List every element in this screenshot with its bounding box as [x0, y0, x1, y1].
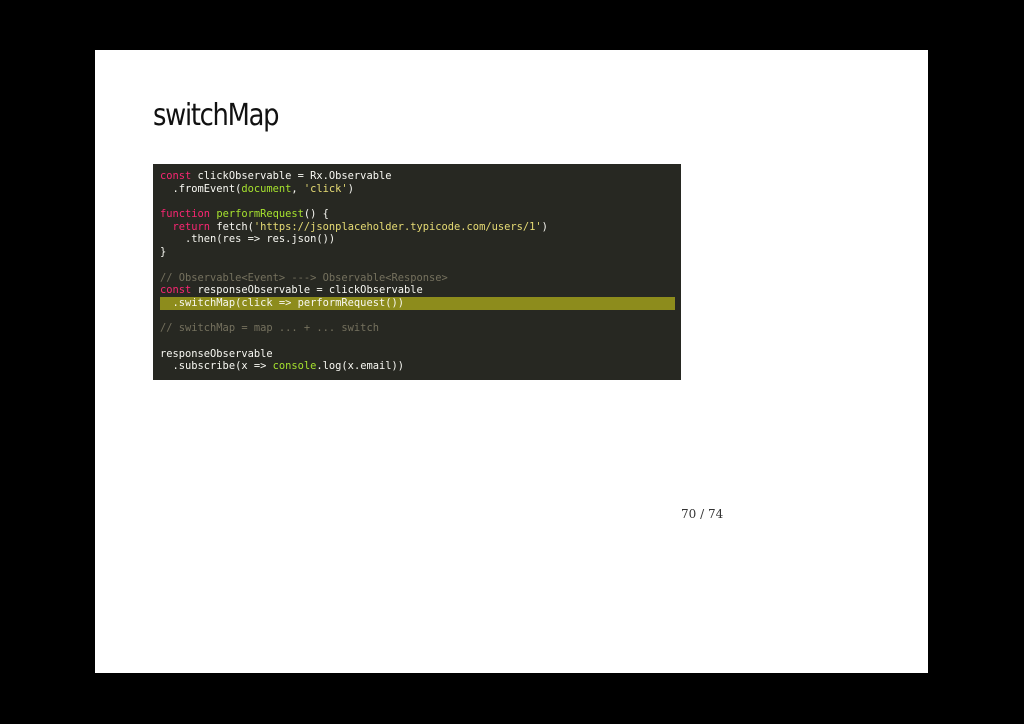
code-line: } — [160, 246, 675, 259]
code-token: ) — [541, 220, 548, 233]
code-token: .subscribe(x => — [160, 360, 273, 373]
code-token: , — [291, 182, 304, 195]
code-line: function performRequest() { — [160, 208, 675, 221]
code-token: return — [172, 220, 211, 233]
code-block: const clickObservable = Rx.Observable .f… — [153, 164, 681, 380]
code-line: .subscribe(x => console.log(x.email)) — [160, 360, 675, 373]
code-token: } — [160, 246, 167, 259]
code-token: // Observable<Event> ---> Observable<Res… — [160, 271, 448, 284]
slide-title: switchMap — [153, 98, 279, 133]
page-number: 70 / 74 — [681, 507, 724, 521]
code-token: performRequest — [216, 208, 304, 221]
slide: switchMap const clickObservable = Rx.Obs… — [95, 50, 928, 673]
code-line: const clickObservable = Rx.Observable — [160, 170, 675, 183]
code-line: .then(res => res.json()) — [160, 233, 675, 246]
code-token: fetch( — [210, 220, 254, 233]
code-line: const responseObservable = clickObservab… — [160, 284, 675, 297]
code-line: .fromEvent(document, 'click') — [160, 183, 675, 196]
code-token: // switchMap = map ... + ... switch — [160, 322, 379, 335]
code-token: responseObservable — [160, 347, 273, 360]
code-line-highlighted: .switchMap(click => performRequest()) — [160, 296, 675, 310]
code-token: .switchMap(click => performRequest()) — [160, 296, 404, 309]
code-token: const — [160, 170, 192, 182]
code-token: clickObservable = Rx.Observable — [191, 170, 392, 182]
code-line: // Observable<Event> ---> Observable<Res… — [160, 272, 675, 285]
code-token: .then(res => res.json()) — [160, 233, 336, 246]
code-line: responseObservable — [160, 348, 675, 361]
code-token: document — [241, 182, 292, 195]
code-token: () { — [303, 208, 329, 221]
code-token: 'https://jsonplaceholder.typicode.com/us… — [253, 220, 542, 233]
code-token: const — [160, 284, 192, 297]
code-token: .log(x.email)) — [316, 360, 404, 373]
code-token: 'click' — [303, 182, 348, 195]
code-token: .fromEvent( — [160, 182, 242, 195]
code-line: // switchMap = map ... + ... switch — [160, 322, 675, 335]
code-token: responseObservable = clickObservable — [191, 284, 423, 297]
code-token: function — [160, 208, 211, 221]
code-token: ) — [347, 182, 354, 195]
code-token: console — [272, 360, 317, 373]
code-line: return fetch('https://jsonplaceholder.ty… — [160, 221, 675, 234]
